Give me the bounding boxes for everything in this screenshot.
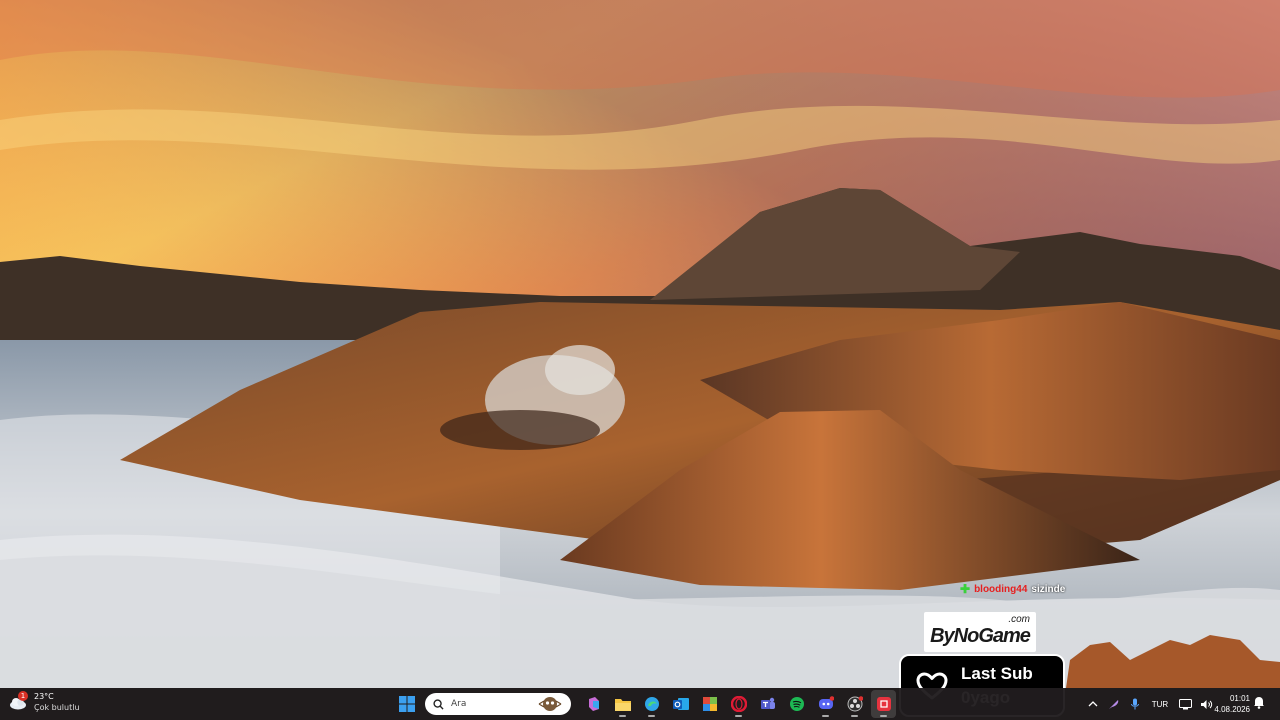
taskbar-center: Ara	[394, 688, 896, 720]
notification-bell-icon[interactable]	[1253, 694, 1265, 713]
edge-icon[interactable]	[639, 690, 664, 718]
weather-condition: Çok bulutlu	[34, 703, 80, 712]
logo-tld: .com	[1008, 614, 1030, 625]
sponsor-logo: ByNoGame .com	[924, 612, 1036, 652]
opera-icon[interactable]	[726, 690, 751, 718]
taskbar: 1 23°C Çok bulutlu Ara TUR 01:01 4.08.20…	[0, 688, 1280, 720]
outlook-icon[interactable]	[668, 690, 693, 718]
start-button[interactable]	[394, 690, 419, 718]
language-indicator[interactable]: TUR	[1145, 690, 1175, 718]
follower-username: blooding44	[974, 583, 1028, 595]
follower-notice: ✚ blooding44 sizinde	[960, 582, 1065, 596]
obs-icon[interactable]	[842, 690, 867, 718]
sticker-app-icon[interactable]	[697, 690, 722, 718]
feather-icon[interactable]	[1103, 690, 1124, 718]
weather-widget[interactable]: 1 23°C Çok bulutlu	[8, 691, 80, 713]
microphone-icon[interactable]	[1124, 690, 1145, 718]
plus-icon: ✚	[960, 582, 971, 596]
copilot-icon[interactable]	[581, 690, 606, 718]
clock-time: 01:01	[1229, 694, 1250, 703]
teams-icon[interactable]	[755, 690, 780, 718]
search-placeholder: Ara	[451, 699, 467, 709]
clock-date: 4.08.2026	[1214, 705, 1250, 714]
weather-badge: 1	[18, 691, 28, 701]
cloud-icon: 1	[8, 691, 28, 712]
network-icon[interactable]	[1175, 690, 1196, 718]
system-tray: TUR	[1082, 688, 1217, 720]
weather-temp: 23°C	[34, 692, 54, 701]
desktop-wallpaper	[0, 0, 1280, 688]
follower-suffix: sizinde	[1031, 583, 1066, 595]
logo-text: ByNoGame	[930, 625, 1031, 647]
search-box[interactable]: Ara	[425, 693, 571, 715]
spotify-icon[interactable]	[784, 690, 809, 718]
search-icon	[433, 698, 444, 710]
search-highlight-icon	[538, 697, 562, 711]
windows-icon	[398, 696, 415, 712]
streaming-app-icon[interactable]	[871, 690, 896, 718]
discord-icon[interactable]	[813, 690, 838, 718]
clock[interactable]: 01:01 4.08.2026	[1208, 693, 1250, 715]
last-sub-label: Last Sub	[961, 663, 1033, 683]
file-explorer-icon[interactable]	[610, 690, 635, 718]
chevron-up-icon[interactable]	[1082, 690, 1103, 718]
